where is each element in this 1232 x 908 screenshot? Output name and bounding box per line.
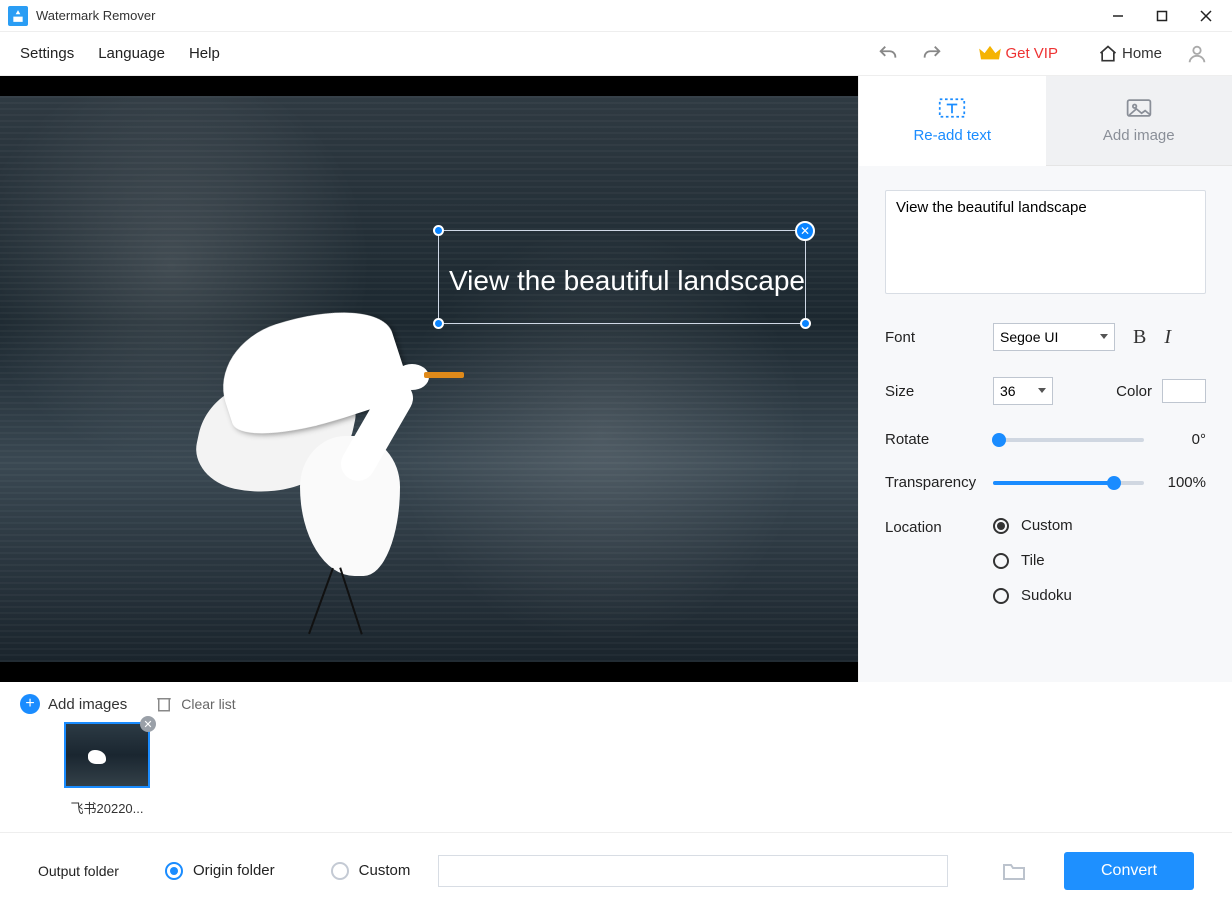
font-label: Font (885, 329, 993, 346)
resize-handle-bl[interactable] (433, 318, 444, 329)
crown-icon (979, 45, 1001, 63)
tab-readd-text[interactable]: Re-add text (859, 76, 1046, 166)
close-button[interactable] (1196, 6, 1216, 26)
undo-button[interactable] (877, 43, 899, 65)
watermark-text-box[interactable]: View the beautiful landscape ✕ (438, 230, 806, 324)
thumbnail-remove-button[interactable]: ✕ (140, 716, 156, 732)
trash-icon (155, 695, 173, 713)
get-vip-button[interactable]: Get VIP (979, 45, 1058, 63)
menu-settings[interactable]: Settings (20, 45, 74, 62)
menu-language[interactable]: Language (98, 45, 165, 62)
clear-list-button[interactable]: Clear list (155, 695, 235, 713)
titlebar: Watermark Remover (0, 0, 1232, 32)
minimize-button[interactable] (1108, 6, 1128, 26)
bird-graphic (170, 276, 450, 596)
thumbnail-name: 飞书20220... (64, 798, 150, 817)
transparency-value: 100% (1158, 474, 1206, 491)
bold-button[interactable]: B (1133, 326, 1146, 349)
tab-add-image[interactable]: Add image (1046, 76, 1232, 166)
size-label: Size (885, 383, 993, 400)
app-title: Watermark Remover (36, 8, 1108, 23)
color-label: Color (1116, 383, 1152, 400)
location-sudoku-radio[interactable]: Sudoku (993, 587, 1073, 604)
resize-handle-br[interactable] (800, 318, 811, 329)
home-label: Home (1122, 45, 1162, 62)
rotate-value: 0° (1158, 431, 1206, 448)
watermark-text: View the beautiful landscape (449, 265, 805, 297)
thumbnail-image (64, 722, 150, 788)
menubar: Settings Language Help Get VIP Home (0, 32, 1232, 76)
user-button[interactable] (1186, 43, 1208, 65)
overlay-close-button[interactable]: ✕ (795, 221, 815, 241)
rotate-label: Rotate (885, 431, 993, 448)
color-swatch[interactable] (1162, 379, 1206, 403)
image-icon (1125, 97, 1153, 119)
footer: Output folder Origin folder Custom Conve… (0, 832, 1232, 908)
italic-button[interactable]: I (1164, 326, 1171, 349)
transparency-label: Transparency (885, 474, 993, 491)
rotate-slider[interactable] (993, 438, 1144, 442)
font-select[interactable]: Segoe UI (993, 323, 1115, 351)
text-icon (938, 97, 966, 119)
add-images-button[interactable]: + Add images (20, 694, 127, 714)
thumbnail-bar: + Add images Clear list ✕ 飞书20220... (0, 682, 1232, 832)
size-select[interactable]: 36 (993, 377, 1053, 405)
canvas-area[interactable]: View the beautiful landscape ✕ (0, 76, 858, 682)
location-label: Location (885, 517, 993, 536)
side-panel: Re-add text Add image Font Segoe UI B I … (858, 76, 1232, 682)
redo-button[interactable] (921, 43, 943, 65)
tab-readd-text-label: Re-add text (913, 127, 991, 144)
vip-label: Get VIP (1005, 45, 1058, 62)
menu-help[interactable]: Help (189, 45, 220, 62)
watermark-text-input[interactable] (885, 190, 1206, 294)
output-folder-label: Output folder (38, 863, 119, 879)
plus-icon: + (20, 694, 40, 714)
maximize-button[interactable] (1152, 6, 1172, 26)
location-tile-radio[interactable]: Tile (993, 552, 1073, 569)
convert-button[interactable]: Convert (1064, 852, 1194, 890)
app-icon (8, 6, 28, 26)
output-path-input[interactable] (438, 855, 948, 887)
image-preview (0, 96, 858, 662)
custom-folder-radio[interactable]: Custom (331, 862, 411, 880)
location-custom-radio[interactable]: Custom (993, 517, 1073, 534)
thumbnail-item[interactable]: ✕ 飞书20220... (64, 722, 150, 817)
resize-handle-tl[interactable] (433, 225, 444, 236)
origin-folder-radio[interactable]: Origin folder (165, 862, 275, 880)
tab-add-image-label: Add image (1103, 127, 1175, 144)
transparency-slider[interactable] (993, 481, 1144, 485)
browse-folder-button[interactable] (1002, 861, 1026, 881)
home-button[interactable]: Home (1098, 44, 1162, 64)
